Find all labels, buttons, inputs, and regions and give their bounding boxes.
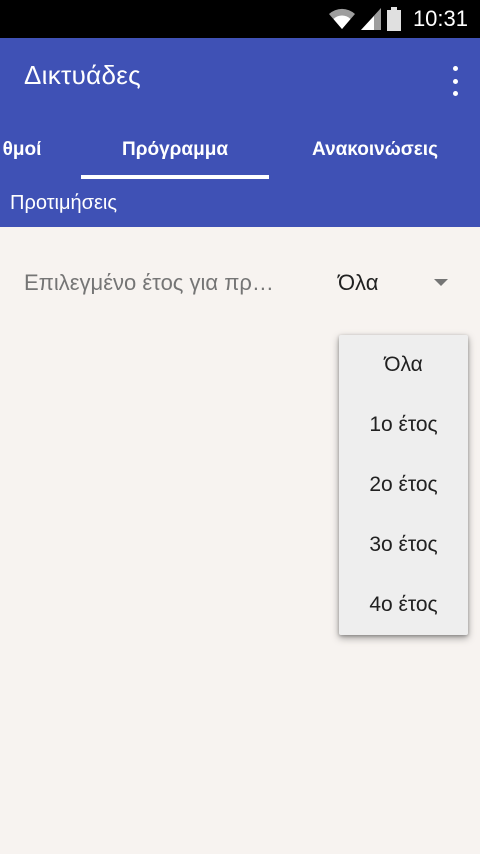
tab-programma[interactable]: Πρόγραμμα	[81, 122, 269, 178]
dropdown-option-all[interactable]: Όλα	[339, 335, 468, 395]
dropdown-option-year-1[interactable]: 1ο έτος	[339, 395, 468, 455]
year-preference-label: Επιλεγμένο έτος για πρ…	[24, 270, 274, 295]
app-title: Δικτυάδες	[24, 60, 141, 90]
tab-anakoinoseis[interactable]: Ανακοινώσεις	[292, 122, 458, 178]
wifi-icon	[328, 8, 355, 29]
more-vert-icon[interactable]	[450, 66, 460, 96]
tab-partial-left[interactable]: θμοί	[0, 122, 54, 178]
year-spinner[interactable]: Όλα	[330, 262, 470, 306]
spinner-selected-value: Όλα	[338, 270, 379, 295]
tab-indicator	[81, 175, 269, 179]
year-dropdown-menu: Όλα 1ο έτος 2ο έτος 3ο έτος 4ο έτος	[339, 335, 468, 635]
year-preference-row: Επιλεγμένο έτος για πρ… Όλα	[0, 262, 480, 306]
battery-icon	[386, 7, 401, 31]
menu-dot	[452, 66, 458, 71]
app-bar: Δικτυάδες θμοί Πρόγραμμα Ανακοινώσεις Πρ…	[0, 38, 480, 227]
status-bar: 10:31	[0, 0, 480, 38]
dropdown-option-year-3[interactable]: 3ο έτος	[339, 515, 468, 575]
dropdown-arrow-icon	[434, 279, 448, 286]
preferences-subheader[interactable]: Προτιμήσεις	[10, 192, 117, 215]
menu-dot	[452, 78, 458, 84]
status-time: 10:31	[412, 6, 468, 31]
menu-dot	[452, 91, 458, 96]
dropdown-option-year-4[interactable]: 4ο έτος	[339, 575, 468, 635]
dropdown-option-year-2[interactable]: 2ο έτος	[339, 455, 468, 515]
tab-bar: θμοί Πρόγραμμα Ανακοινώσεις	[0, 122, 480, 178]
status-icons: 10:31	[328, 6, 468, 32]
signal-icon	[360, 8, 381, 30]
